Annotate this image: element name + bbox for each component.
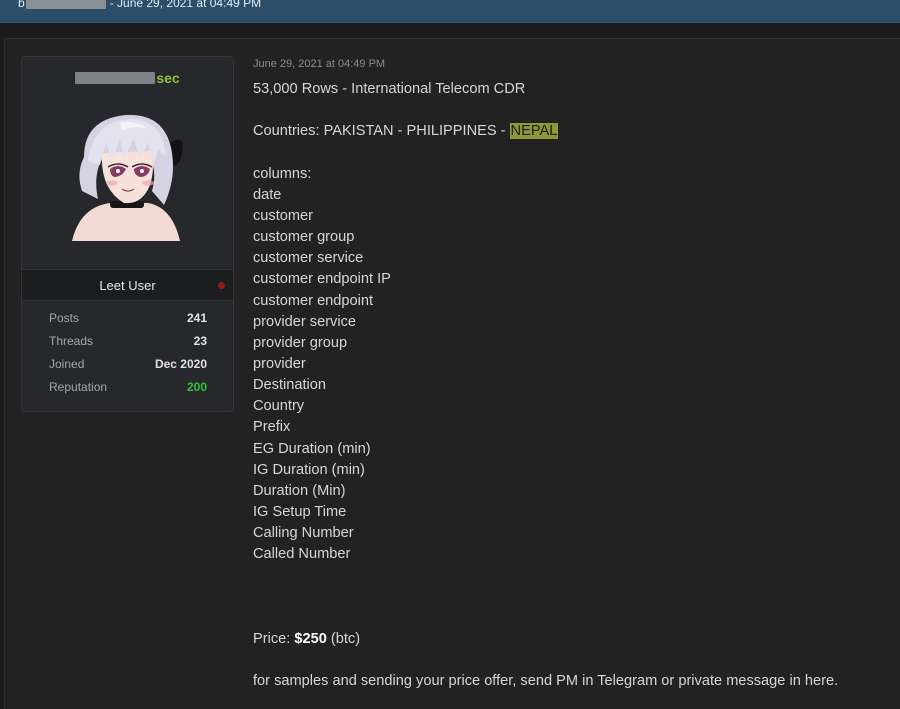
thread-header-bar: b - June 29, 2021 at 04:49 PM bbox=[0, 0, 900, 23]
byline-date: - June 29, 2021 at 04:49 PM bbox=[109, 0, 262, 10]
thread-byline: b - June 29, 2021 at 04:49 PM bbox=[18, 0, 261, 10]
username-visible-part: sec bbox=[156, 70, 180, 86]
avatar[interactable] bbox=[62, 109, 192, 241]
column-item: Destination bbox=[253, 377, 327, 394]
column-item: Calling Number bbox=[253, 525, 354, 542]
post-footer-text: for samples and sending your price offer… bbox=[253, 673, 839, 690]
column-item: IG Setup Time bbox=[253, 504, 347, 521]
column-item: Duration (Min) bbox=[253, 482, 346, 499]
username[interactable]: sec bbox=[22, 70, 233, 86]
redacted-username-part bbox=[75, 72, 156, 84]
online-status-indicator bbox=[218, 282, 225, 289]
post-title: 53,000 Rows - International Telecom CDR bbox=[253, 81, 526, 97]
stat-label: Joined bbox=[49, 357, 85, 371]
stat-label: Threads bbox=[49, 334, 94, 348]
stat-value: 200 bbox=[186, 380, 207, 394]
price-currency: (btc) bbox=[330, 630, 361, 647]
stat-value: 23 bbox=[193, 334, 207, 348]
column-item: Called Number bbox=[253, 546, 351, 563]
redacted-username bbox=[25, 0, 106, 9]
column-item: Country bbox=[253, 398, 305, 415]
column-item: customer bbox=[253, 207, 314, 224]
columns-list: date customer customer group customer servi… bbox=[253, 185, 893, 566]
stat-reputation: Reputation 200 bbox=[49, 380, 207, 403]
stat-label: Reputation bbox=[49, 380, 108, 394]
forum-post: sec Leet User Posts 241 Threads 23 Joine… bbox=[4, 38, 900, 709]
user-rank: Leet User bbox=[99, 278, 156, 293]
price-label: Price: bbox=[253, 630, 291, 647]
post-date[interactable]: June 29, 2021 at 04:49 PM bbox=[253, 58, 893, 70]
post-content: June 29, 2021 at 04:49 PM 53,000 Rows - … bbox=[253, 58, 893, 692]
countries-line: Countries: PAKISTAN - PHILIPPINES - NEPA… bbox=[253, 121, 893, 142]
stat-label: Posts bbox=[49, 311, 80, 325]
column-item: customer endpoint IP bbox=[253, 271, 391, 288]
countries-text: Countries: PAKISTAN - PHILIPPINES - bbox=[253, 123, 510, 140]
column-item: IG Duration (min) bbox=[253, 461, 365, 478]
price-value: $250 bbox=[294, 630, 327, 647]
column-item: provider group bbox=[253, 334, 348, 351]
stat-posts: Posts 241 bbox=[49, 311, 207, 334]
highlighted-country: NEPAL bbox=[509, 123, 559, 140]
stat-value: Dec 2020 bbox=[154, 357, 207, 371]
price-line: Price: $250 (btc) bbox=[253, 629, 893, 650]
column-item: EG Duration (min) bbox=[253, 440, 371, 457]
user-stats: Posts 241 Threads 23 Joined Dec 2020 Rep… bbox=[49, 311, 207, 403]
user-rank-row: Leet User bbox=[22, 269, 233, 301]
stat-joined: Joined Dec 2020 bbox=[49, 357, 207, 380]
column-item: date bbox=[253, 186, 282, 203]
column-item: provider bbox=[253, 356, 306, 372]
columns-heading: columns: bbox=[253, 165, 312, 182]
stat-threads: Threads 23 bbox=[49, 334, 207, 357]
user-card: sec Leet User Posts 241 Threads 23 Joine… bbox=[21, 56, 234, 412]
stat-value: 241 bbox=[186, 311, 207, 325]
column-item: provider service bbox=[253, 313, 357, 330]
byline-prefix: b bbox=[18, 0, 25, 10]
column-item: customer group bbox=[253, 229, 355, 246]
column-item: customer endpoint bbox=[253, 292, 374, 309]
column-item: Prefix bbox=[253, 419, 291, 436]
column-item: customer service bbox=[253, 250, 364, 267]
